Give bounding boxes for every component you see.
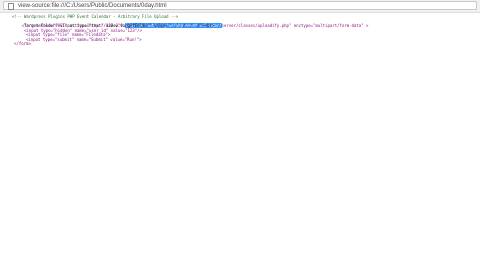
address-url[interactable]: view-source:file:///C:/Users/Public/Docu… bbox=[18, 2, 167, 10]
page-icon bbox=[8, 3, 14, 10]
source-form-rest: server/classes/uploadify.php" enctype="m… bbox=[221, 22, 369, 28]
source-line-submit-input: <input type="submit" name="Submit" value… bbox=[26, 36, 142, 42]
address-bar[interactable]: view-source:file:///C:/Users/Public/Docu… bbox=[3, 1, 477, 10]
browser-toolbar: view-source:file:///C:/Users/Public/Docu… bbox=[0, 0, 480, 13]
source-view: <!-- Wordpress Plugins PHP Event Calenda… bbox=[0, 13, 480, 270]
source-line-form-close: </form> bbox=[14, 41, 31, 46]
